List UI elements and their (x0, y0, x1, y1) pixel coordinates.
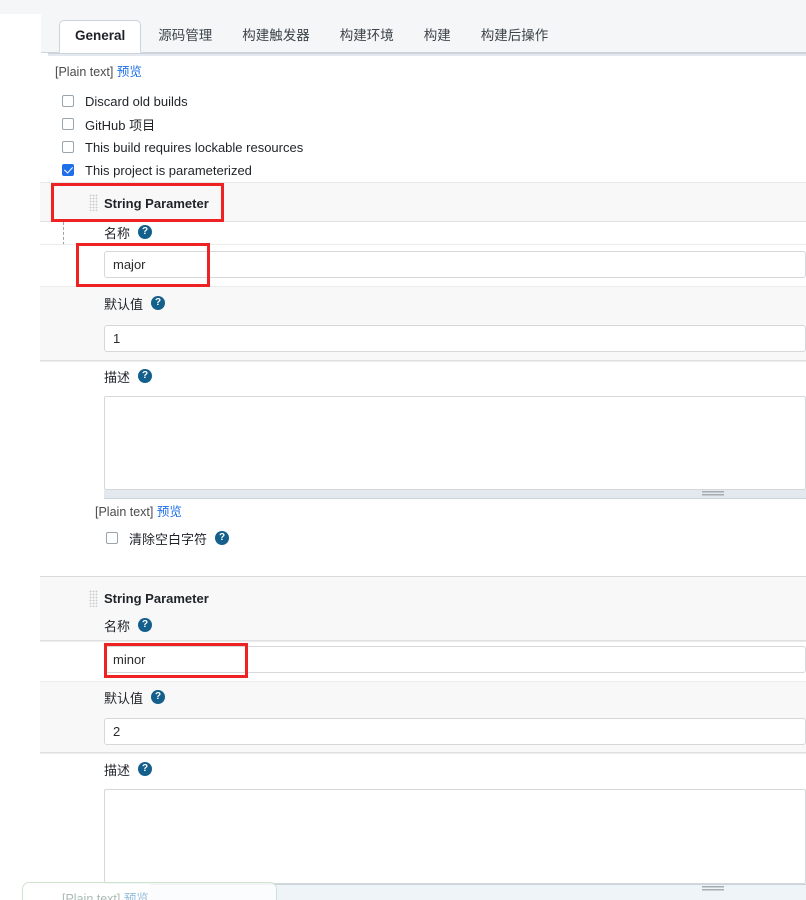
tab-build-triggers[interactable]: 构建触发器 (229, 21, 323, 53)
left-gutter-top (0, 0, 41, 14)
param1-trim-checkbox-row[interactable]: 清除空白字符 ? (106, 529, 230, 547)
param1-type-title: String Parameter (104, 195, 209, 211)
param2-description-textarea[interactable] (104, 789, 806, 884)
discard-old-builds-label: Discard old builds (85, 93, 188, 109)
param1-name-input[interactable]: major (104, 251, 806, 278)
bottom-overlay-preview-line: [Plain text] 预览 (62, 888, 149, 900)
param2-name-help-icon[interactable]: ? (138, 618, 153, 632)
param2-default-label: 默认值 (104, 690, 144, 706)
window-top-strip (0, 0, 806, 14)
param1-description-label: 描述 (104, 369, 131, 385)
param1-drag-handle-icon[interactable] (89, 194, 98, 211)
top-preview-line: [Plain text] 预览 (55, 61, 142, 80)
lockable-resources-label: This build requires lockable resources (85, 139, 304, 155)
param2-name-label: 名称 (104, 618, 131, 634)
tab-post-build-actions[interactable]: 构建后操作 (468, 21, 562, 53)
tab-build-triggers-label: 构建触发器 (242, 28, 310, 43)
param1-preview-line: [Plain text] 预览 (95, 501, 182, 520)
param1-preview-plain-text: [Plain text] (95, 505, 154, 519)
param2-name-label-group: 名称 ? (104, 617, 153, 634)
project-parameterized-checkbox[interactable] (62, 164, 74, 176)
param1-default-input[interactable]: 1 (104, 325, 806, 352)
param2-textarea-resize-handle[interactable] (702, 886, 724, 893)
tabbar-underline (48, 53, 806, 56)
param1-description-textarea[interactable] (104, 396, 806, 490)
param1-name-help-icon[interactable]: ? (138, 225, 153, 239)
param1-textarea-footer (104, 490, 806, 499)
param2-default-help-icon[interactable]: ? (151, 690, 166, 704)
top-preview-plain-text: [Plain text] (55, 65, 114, 79)
left-gutter (0, 0, 41, 900)
param1-description-label-group: 描述 ? (104, 368, 153, 385)
param2-name-input[interactable]: minor (104, 646, 806, 673)
checkbox-row-github-project[interactable]: GitHub 项目 (62, 115, 155, 133)
param2-description-label: 描述 (104, 762, 131, 778)
param1-textarea-resize-handle[interactable] (702, 491, 724, 498)
github-project-checkbox[interactable] (62, 118, 74, 130)
param1-trim-checkbox[interactable] (106, 532, 118, 544)
tab-list: General 源码管理 构建触发器 构建环境 构建 构建后操作 (41, 14, 565, 53)
tab-source-code-management-label: 源码管理 (158, 28, 213, 43)
checkbox-row-project-parameterized[interactable]: This project is parameterized (62, 161, 252, 179)
tab-general[interactable]: General (59, 20, 142, 53)
param1-trim-label: 清除空白字符 (129, 531, 208, 547)
param2-drag-handle-icon[interactable] (89, 590, 98, 607)
param1-default-help-icon[interactable]: ? (151, 296, 166, 310)
param1-preview-link[interactable]: 预览 (157, 505, 182, 519)
param1-trim-help-icon[interactable]: ? (215, 531, 230, 545)
param2-type-title: String Parameter (104, 590, 209, 606)
lockable-resources-checkbox[interactable] (62, 141, 74, 153)
checkbox-row-lockable-resources[interactable]: This build requires lockable resources (62, 138, 303, 156)
bottom-overlay-preview-link[interactable]: 预览 (124, 892, 149, 900)
tab-build-environment[interactable]: 构建环境 (327, 21, 407, 53)
tab-general-label: General (75, 28, 126, 43)
param2-default-input[interactable]: 2 (104, 718, 806, 745)
param2-header-section (40, 576, 806, 641)
jenkins-job-config-screen: General 源码管理 构建触发器 构建环境 构建 构建后操作 [Plain … (0, 0, 806, 900)
discard-old-builds-checkbox[interactable] (62, 95, 74, 107)
checkbox-row-discard-old-builds[interactable]: Discard old builds (62, 92, 188, 110)
tab-build-environment-label: 构建环境 (339, 28, 394, 43)
param2-description-label-group: 描述 ? (104, 761, 153, 778)
bottom-overlay-card (22, 882, 277, 900)
top-preview-link[interactable]: 预览 (117, 65, 142, 79)
project-parameterized-label: This project is parameterized (85, 162, 252, 178)
param2-description-help-icon[interactable]: ? (138, 762, 153, 776)
tab-build-label: 构建 (423, 28, 451, 43)
param1-name-label-group: 名称 ? (104, 224, 153, 241)
param1-default-label-group: 默认值 ? (104, 295, 166, 312)
param1-description-help-icon[interactable]: ? (138, 369, 153, 383)
tab-build[interactable]: 构建 (411, 21, 464, 53)
param1-default-label: 默认值 (104, 296, 144, 312)
config-tab-bar: General 源码管理 构建触发器 构建环境 构建 构建后操作 (41, 14, 806, 53)
tab-post-build-actions-label: 构建后操作 (480, 28, 549, 43)
tab-source-code-management[interactable]: 源码管理 (145, 21, 225, 53)
param1-name-label: 名称 (104, 225, 131, 241)
github-project-label: GitHub 项目 (85, 117, 156, 133)
bottom-overlay-plain-text: [Plain text] (62, 892, 121, 900)
param2-default-label-group: 默认值 ? (104, 689, 166, 706)
